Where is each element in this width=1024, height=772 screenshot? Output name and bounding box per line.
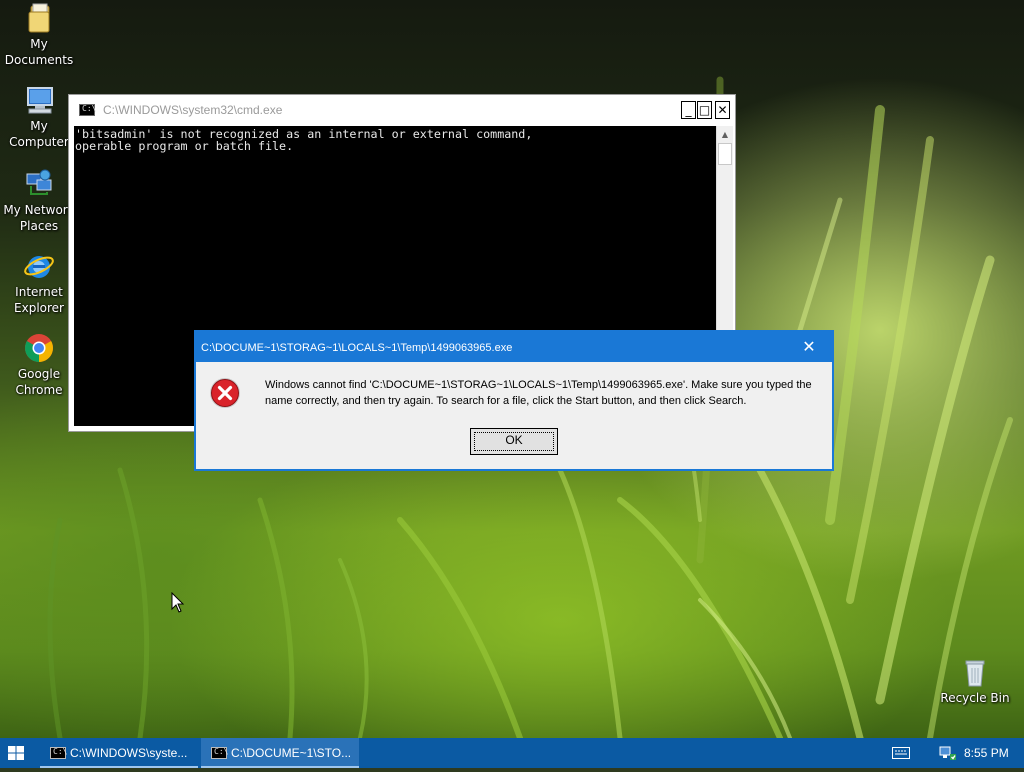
desktop-icon-google-chrome[interactable]: Google Chrome: [1, 332, 77, 398]
ok-button-label: OK: [505, 433, 523, 447]
desktop-icon-internet-explorer[interactable]: Internet Explorer: [1, 250, 77, 316]
computer-icon: [27, 87, 53, 114]
taskbar-button-label: C:\WINDOWS\syste...: [70, 746, 188, 760]
network-icon: [26, 169, 52, 195]
dialog-message: Windows cannot find 'C:\DOCUME~1\STORAG~…: [265, 379, 812, 407]
desktop-icon-label: My Network Places: [3, 203, 75, 233]
minimize-button[interactable]: _: [681, 101, 696, 119]
cmd-icon: C:\: [50, 747, 67, 759]
desktop-icon-my-network-places[interactable]: My Network Places: [1, 168, 77, 234]
scroll-up-icon[interactable]: ▲: [717, 126, 733, 143]
ie-icon: [24, 256, 54, 278]
taskbar: C:\ C:\WINDOWS\syste... C:\ C:\DOCUME~1\…: [0, 738, 1024, 768]
desktop-icon-label: My Computer: [9, 119, 69, 149]
taskbar-clock[interactable]: 8:55 PM: [964, 746, 1009, 760]
taskbar-button-cmd[interactable]: C:\ C:\WINDOWS\syste...: [40, 738, 198, 768]
dialog-titlebar[interactable]: C:\DOCUME~1\STORAG~1\LOCALS~1\Temp\14990…: [196, 332, 832, 362]
taskbar-button-label: C:\DOCUME~1\STO...: [231, 746, 352, 760]
desktop-icon-label: Google Chrome: [15, 367, 63, 397]
cmd-output: 'bitsadmin' is not recognized as an inte…: [75, 127, 533, 153]
desktop-icon-recycle-bin[interactable]: Recycle Bin: [937, 656, 1013, 706]
desktop-icon-label: My Documents: [4, 37, 74, 67]
windows-logo-icon: [8, 746, 24, 760]
close-button[interactable]: ✕: [715, 101, 730, 119]
keyboard-icon[interactable]: [892, 747, 910, 759]
ok-button[interactable]: OK: [470, 428, 558, 455]
desktop-icon-my-documents[interactable]: My Documents: [1, 2, 77, 68]
maximize-button[interactable]: □: [697, 101, 712, 119]
recycle-bin-icon: [965, 660, 985, 687]
cmd-titlebar[interactable]: C:\ C:\WINDOWS\system32\cmd.exe _ □ ✕: [69, 95, 735, 125]
cmd-icon: C:\: [211, 747, 228, 759]
scroll-thumb[interactable]: [718, 143, 732, 165]
folder-icon: [28, 3, 50, 33]
desktop-icon-label: Recycle Bin: [940, 691, 1010, 705]
error-icon: [210, 378, 240, 408]
desktop-icon-label: Internet Explorer: [14, 285, 64, 315]
close-icon: ✕: [802, 337, 816, 356]
mouse-cursor-icon: [171, 592, 185, 613]
start-button[interactable]: [0, 738, 34, 768]
dialog-close-button[interactable]: ✕: [792, 336, 826, 358]
error-dialog[interactable]: C:\DOCUME~1\STORAG~1\LOCALS~1\Temp\14990…: [194, 330, 834, 471]
chrome-icon: [25, 334, 53, 362]
taskbar-button-error[interactable]: C:\ C:\DOCUME~1\STO...: [201, 738, 359, 768]
desktop-icon-my-computer[interactable]: My Computer: [1, 84, 77, 150]
dialog-title: C:\DOCUME~1\STORAG~1\LOCALS~1\Temp\14990…: [201, 342, 513, 354]
cmd-window-title: C:\WINDOWS\system32\cmd.exe: [103, 103, 283, 117]
cmd-icon: C:\: [79, 104, 96, 116]
network-status-icon[interactable]: [938, 745, 958, 761]
